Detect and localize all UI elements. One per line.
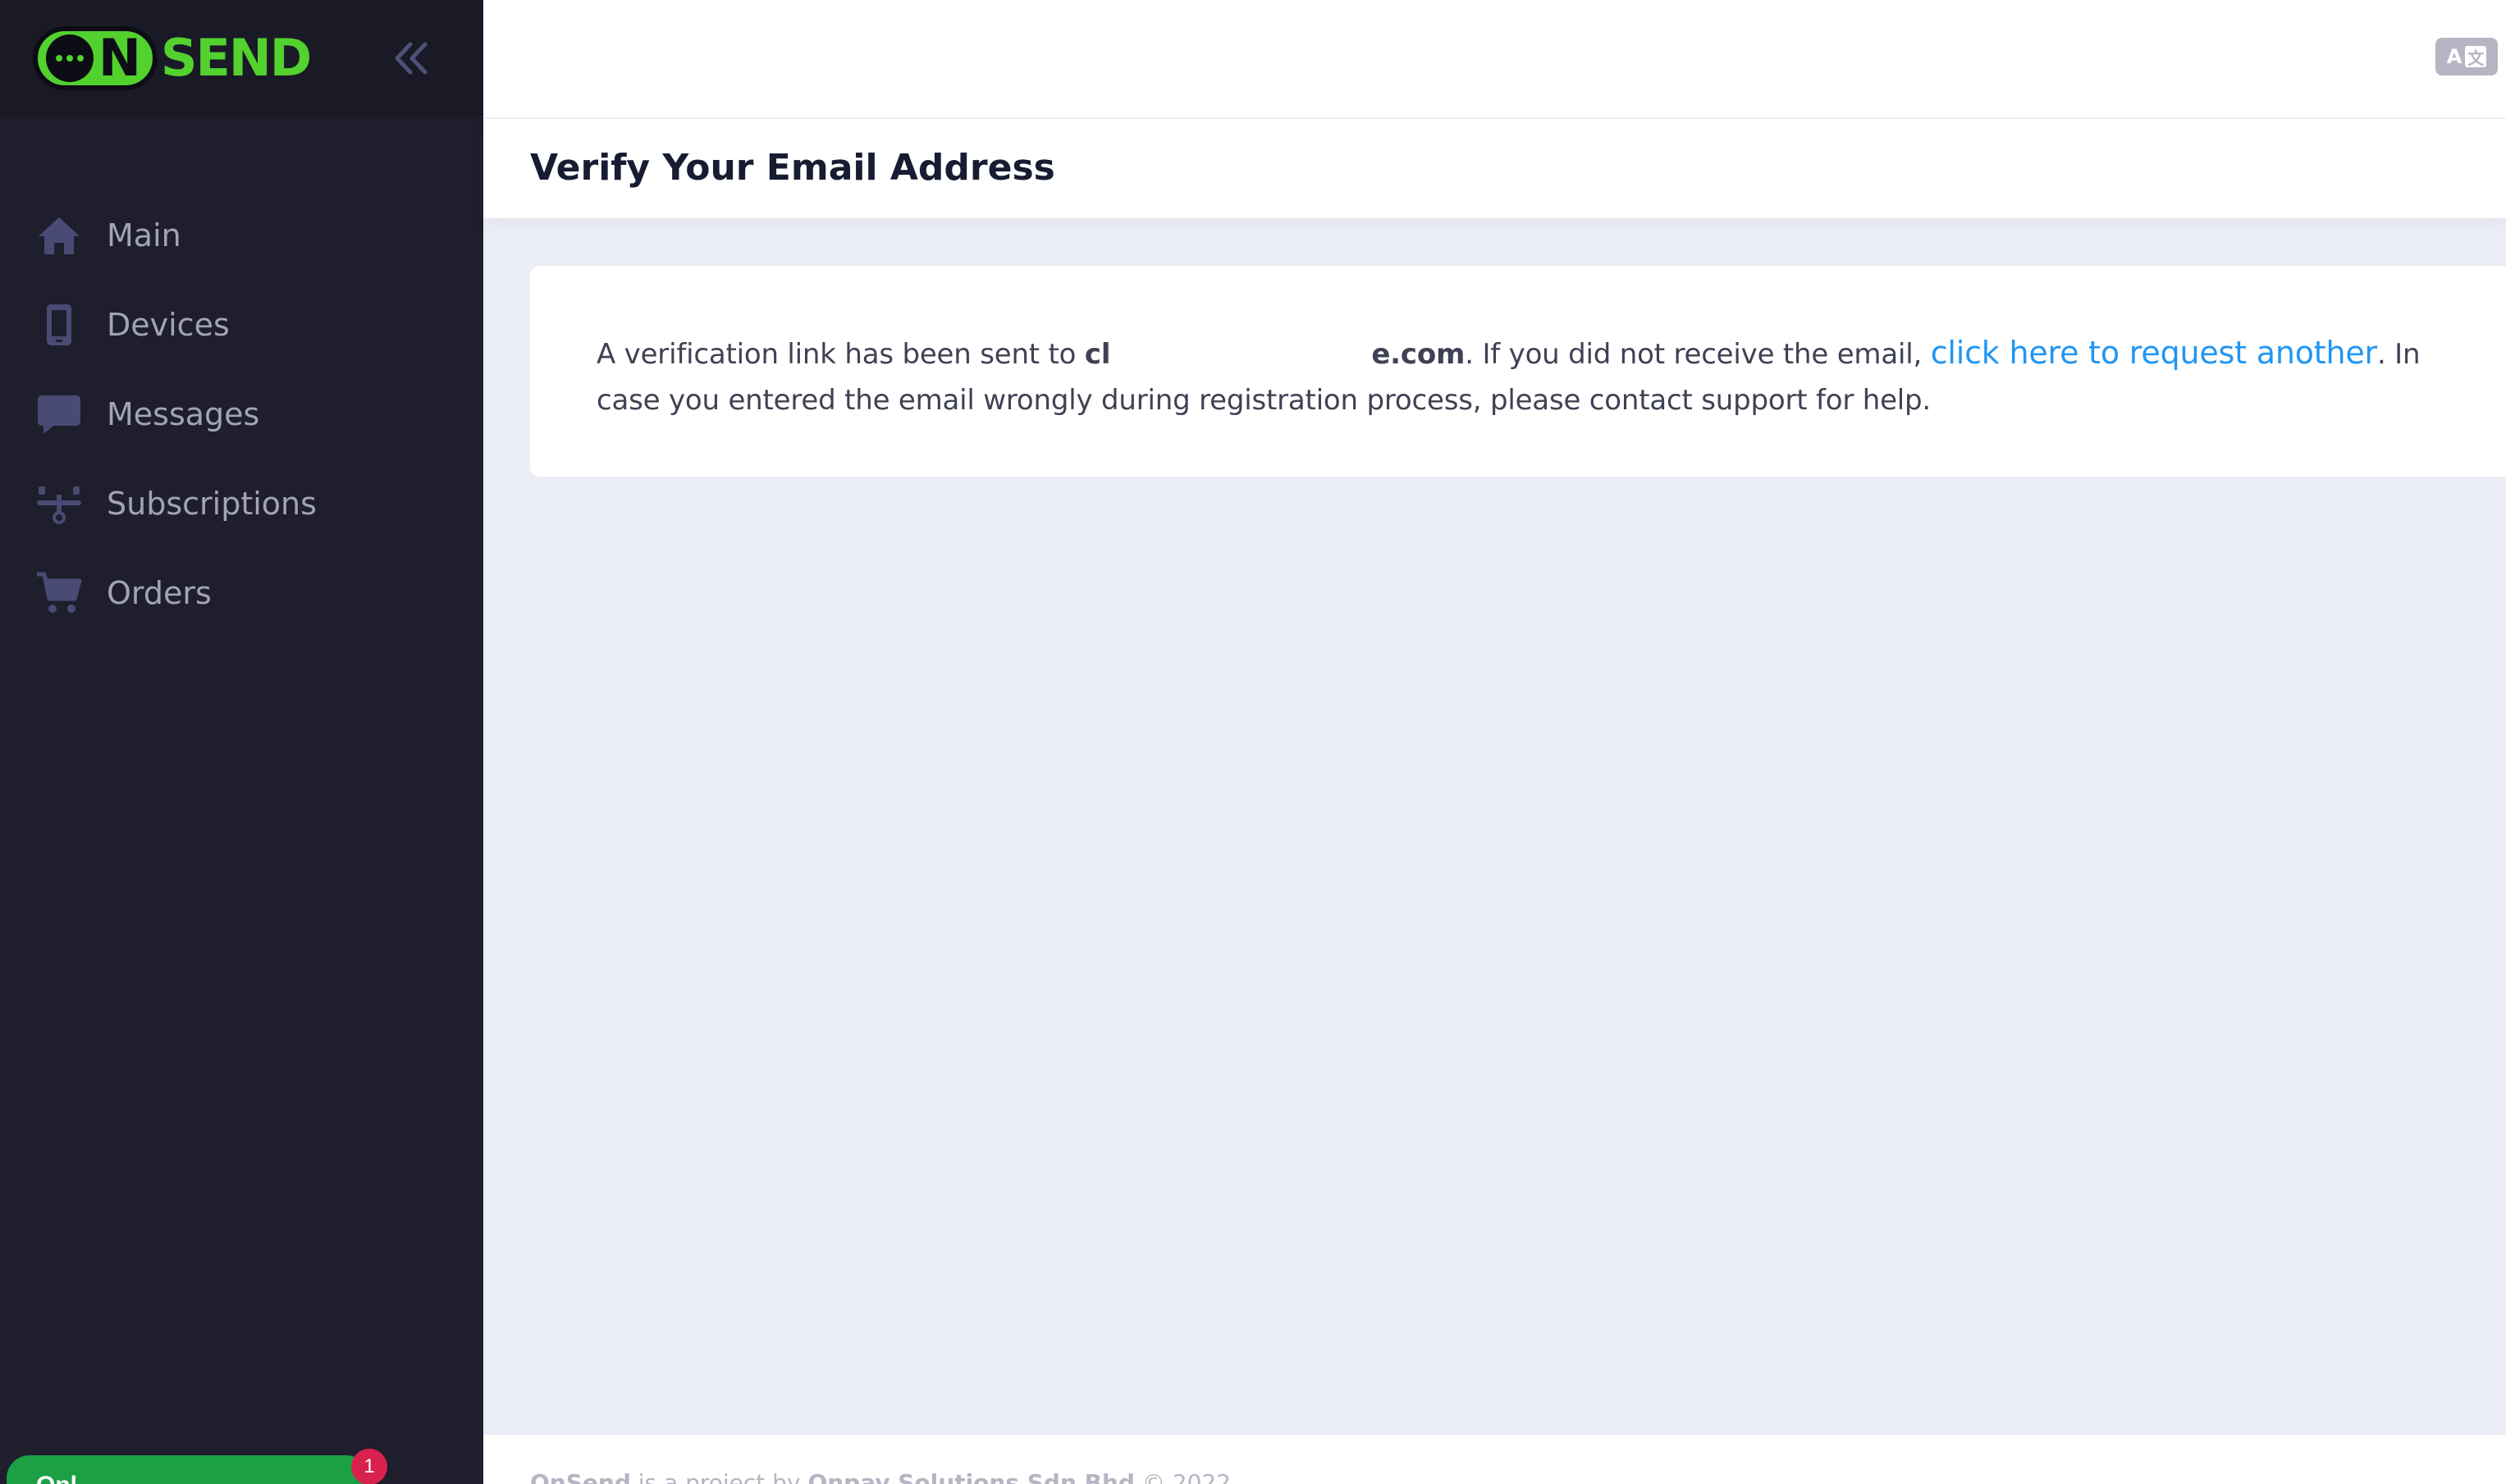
sidebar-header: N SEND	[0, 0, 483, 116]
sidebar-item-messages[interactable]: Messages	[0, 369, 483, 459]
sidebar-item-devices[interactable]: Devices	[0, 280, 483, 369]
sidebar-item-label: Main	[107, 217, 181, 253]
chat-bubble-icon	[34, 390, 84, 439]
online-status-label: Onl	[36, 1472, 77, 1484]
onsend-logo[interactable]: N SEND	[33, 25, 312, 91]
footer-brand-link[interactable]: OnSend	[530, 1469, 631, 1484]
email-suffix: e.com	[1371, 338, 1466, 371]
logo-letter-n: N	[98, 28, 141, 88]
translate-icon-a: A	[2446, 45, 2463, 68]
collapse-sidebar-button[interactable]	[388, 35, 434, 81]
sidebar-item-label: Orders	[107, 574, 212, 611]
footer-company-link[interactable]: Onpay Solutions Sdn Bhd	[807, 1469, 1135, 1484]
sidebar: N SEND Main Devices Messages Subscriptio…	[0, 0, 483, 1484]
translate-icon[interactable]: A 文	[2435, 38, 2498, 75]
message-part2: . If you did not receive the email,	[1465, 338, 1931, 371]
online-status-button[interactable]: Onl	[7, 1455, 369, 1484]
footer-text-2: © 2022	[1134, 1469, 1232, 1484]
sidebar-item-subscriptions[interactable]: Subscriptions	[0, 459, 483, 548]
logo-pill: N	[33, 26, 158, 90]
verification-card: A verification link has been sent to cl e…	[530, 266, 2506, 477]
double-chevron-left-icon	[395, 42, 428, 75]
sidebar-item-label: Messages	[107, 395, 260, 432]
cart-icon	[34, 568, 84, 618]
footer: OnSend is a project by Onpay Solutions S…	[483, 1435, 2506, 1484]
translate-icon-z: 文	[2465, 46, 2487, 68]
home-icon	[34, 211, 84, 260]
email-prefix: cl	[1084, 338, 1111, 371]
sidebar-item-label: Subscriptions	[107, 485, 317, 522]
top-header: A 文	[483, 0, 2506, 119]
sidebar-item-label: Devices	[107, 306, 230, 343]
page-title: Verify Your Email Address	[530, 147, 1055, 189]
logo-wordmark: SEND	[160, 28, 312, 88]
sidebar-item-main[interactable]: Main	[0, 190, 483, 280]
verification-message: A verification link has been sent to cl e…	[597, 330, 2484, 423]
notification-badge: 1	[351, 1449, 387, 1484]
footer-text: OnSend is a project by Onpay Solutions S…	[530, 1469, 1231, 1484]
request-another-link[interactable]: click here to request another	[1931, 335, 2377, 371]
phone-icon	[34, 300, 84, 349]
sidebar-item-orders[interactable]: Orders	[0, 548, 483, 637]
network-icon	[34, 479, 84, 528]
sidebar-menu: Main Devices Messages Subscriptions Orde…	[0, 116, 483, 637]
chat-bubble-logo-icon	[46, 34, 94, 82]
footer-text-1: is a project by	[630, 1469, 808, 1484]
message-part1: A verification link has been sent to	[597, 338, 1085, 371]
subheader: Verify Your Email Address	[483, 119, 2506, 218]
